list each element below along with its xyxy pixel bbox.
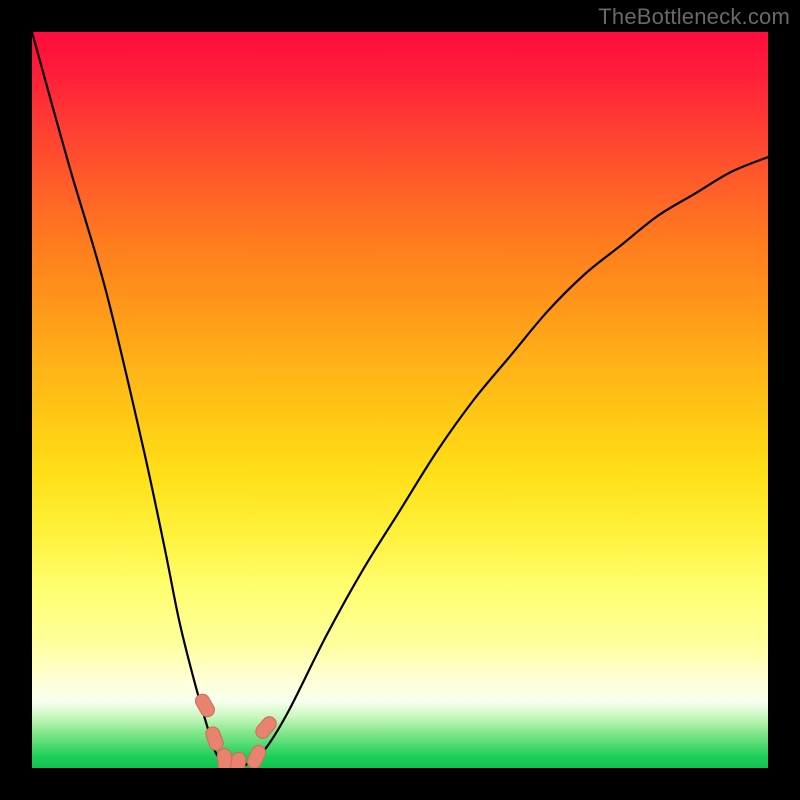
chart-svg: [32, 32, 768, 768]
curve-layer: [32, 32, 768, 768]
curve-marker: [229, 751, 246, 768]
bottleneck-curve: [32, 32, 768, 768]
curve-marker: [253, 714, 279, 741]
markers-layer: [193, 692, 279, 768]
watermark-text: TheBottleneck.com: [598, 4, 790, 30]
chart-frame: TheBottleneck.com: [0, 0, 800, 800]
curve-marker: [193, 692, 217, 720]
plot-area: [32, 32, 768, 768]
curve-marker: [245, 743, 268, 768]
